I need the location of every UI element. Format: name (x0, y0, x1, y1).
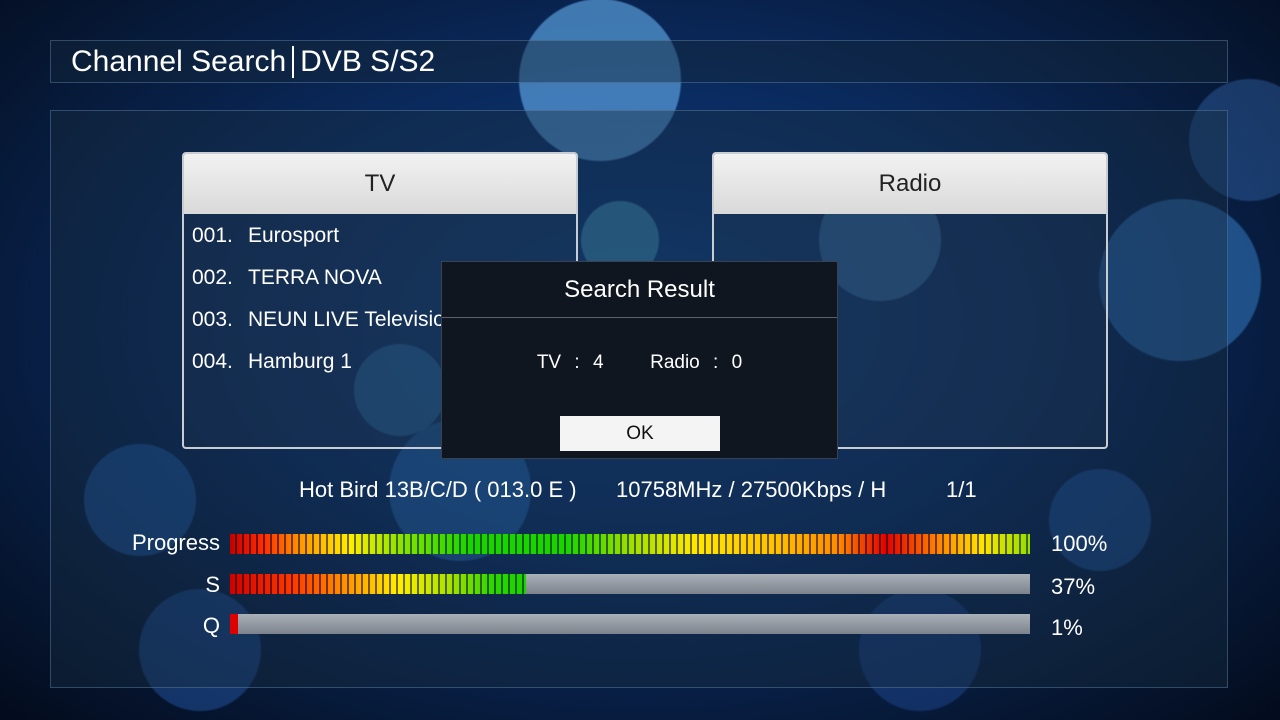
tv-list-header: TV (184, 154, 576, 214)
signal-strength-value: 37% (1051, 574, 1096, 599)
signal-strength-bar-fill (230, 574, 526, 594)
signal-strength-label: S (205, 572, 220, 597)
channel-number: 001. (192, 224, 233, 247)
transponder-index: 1/1 (946, 477, 977, 502)
tv-count-label: TV (536, 352, 562, 373)
dialog-title: Search Result (442, 262, 837, 318)
tv-count-value: 4 (592, 352, 604, 373)
radio-count-value: 0 (731, 352, 743, 373)
signal-quality-value: 1% (1051, 615, 1083, 640)
signal-strength-bar (230, 574, 1030, 594)
progress-bar (230, 534, 1030, 554)
title-bar: Channel Search DVB S/S2 (50, 40, 1228, 83)
channel-name: Eurosport (248, 224, 340, 247)
channel-name: TERRA NOVA (248, 266, 382, 289)
ok-button[interactable]: OK (560, 416, 720, 451)
signal-quality-label: Q (202, 613, 220, 638)
transponder-params: 10758MHz / 27500Kbps / H (616, 477, 887, 502)
transponder-info: Hot Bird 13B/C/D ( 013.0 E ) 10758MHz / … (0, 475, 1280, 505)
radio-count-separator: : (713, 352, 719, 373)
channel-name: NEUN LIVE Televisio (248, 308, 445, 331)
page-title: Channel Search (71, 44, 287, 78)
signal-quality-bar (230, 614, 1030, 634)
radio-count-label: Radio (650, 352, 700, 373)
radio-list-header: Radio (714, 154, 1106, 214)
tv-count-separator: : (574, 352, 580, 373)
channel-number: 003. (192, 308, 233, 331)
search-result-counts: TV : 4 Radio : 0 (442, 352, 837, 374)
channel-name: Hamburg 1 (248, 350, 352, 373)
search-result-dialog: Search Result TV : 4 Radio : 0 OK (441, 261, 838, 459)
progress-value: 100% (1051, 531, 1108, 556)
page-subtitle: DVB S/S2 (300, 44, 436, 78)
channel-row[interactable]: 001. Eurosport (184, 215, 576, 257)
signal-quality-bar-fill (230, 614, 238, 634)
satellite-name: Hot Bird 13B/C/D ( 013.0 E ) (299, 477, 577, 502)
title-divider (292, 45, 295, 78)
channel-number: 004. (192, 350, 233, 373)
progress-label: Progress (131, 530, 220, 555)
progress-bar-fill (230, 534, 1030, 554)
channel-number: 002. (192, 266, 233, 289)
